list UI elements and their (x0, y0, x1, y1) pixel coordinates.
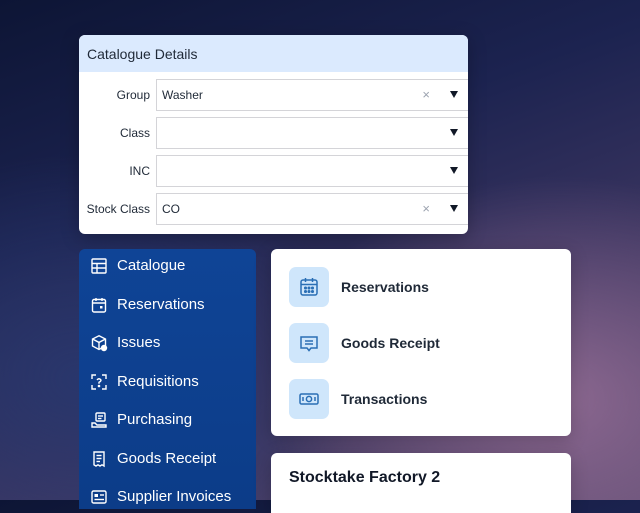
stock-class-value: CO (162, 202, 180, 216)
quick-link-icon-tile (289, 379, 329, 419)
sidebar-item-label: Reservations (117, 296, 205, 313)
quick-link-reservations[interactable]: Reservations (289, 267, 559, 307)
chevron-down-icon[interactable] (450, 205, 458, 212)
money-icon (299, 393, 319, 405)
sidebar-item-catalogue[interactable]: Catalogue (79, 249, 256, 283)
quick-link-label: Goods Receipt (341, 335, 440, 351)
inc-select[interactable] (156, 155, 468, 187)
sidebar-nav: Catalogue Reservations Issues Requisitio… (79, 249, 256, 509)
chevron-down-icon[interactable] (450, 129, 458, 136)
class-select[interactable] (156, 117, 468, 149)
purchasing-icon (91, 412, 107, 428)
quick-link-icon-tile (289, 267, 329, 307)
class-field-row: Class (79, 117, 468, 149)
sidebar-item-label: Goods Receipt (117, 450, 217, 467)
quick-link-label: Reservations (341, 279, 429, 295)
sidebar-item-label: Issues (117, 334, 161, 351)
group-value: Washer (162, 88, 203, 102)
sidebar-item-requisitions[interactable]: Requisitions (79, 365, 256, 399)
requisition-icon (91, 374, 107, 390)
calendar-icon (300, 278, 318, 296)
quick-link-transactions[interactable]: Transactions (289, 379, 559, 419)
calendar-icon (91, 298, 107, 313)
stocktake-panel[interactable]: Stocktake Factory 2 (271, 453, 571, 513)
inc-label: INC (129, 164, 150, 178)
sidebar-item-reservations[interactable]: Reservations (79, 288, 256, 322)
catalogue-details-title: Catalogue Details (79, 35, 468, 72)
invoice-icon (91, 490, 107, 504)
sidebar-item-label: Requisitions (117, 373, 199, 390)
quick-link-icon-tile (289, 323, 329, 363)
sidebar-item-goods-receipt[interactable]: Goods Receipt (79, 442, 256, 476)
quick-links-panel: Reservations Goods Receipt Transactions (271, 249, 571, 436)
clear-icon[interactable]: × (422, 194, 430, 224)
stock-class-select[interactable]: CO × (156, 193, 468, 225)
catalogue-icon (91, 258, 107, 274)
receipt-icon (300, 336, 318, 352)
stock-class-label: Stock Class (86, 202, 150, 216)
quick-link-label: Transactions (341, 391, 428, 407)
sidebar-item-supplier-invoices[interactable]: Supplier Invoices (79, 480, 256, 509)
chevron-down-icon[interactable] (450, 167, 458, 174)
stocktake-title: Stocktake Factory 2 (289, 469, 441, 486)
clear-icon[interactable]: × (422, 80, 430, 110)
chevron-down-icon[interactable] (450, 91, 458, 98)
stock-class-field-row: Stock Class CO × (79, 193, 468, 225)
sidebar-item-purchasing[interactable]: Purchasing (79, 403, 256, 437)
sidebar-item-label: Catalogue (117, 257, 186, 274)
inc-field-row: INC (79, 155, 468, 187)
group-label: Group (116, 88, 150, 102)
quick-link-goods-receipt[interactable]: Goods Receipt (289, 323, 559, 363)
group-select[interactable]: Washer × (156, 79, 468, 111)
box-icon (91, 335, 108, 352)
sidebar-item-label: Supplier Invoices (117, 488, 232, 505)
class-label: Class (119, 126, 150, 140)
receipt-icon (93, 451, 105, 468)
sidebar-item-label: Purchasing (117, 411, 193, 428)
group-field-row: Group Washer × (79, 79, 468, 111)
catalogue-details-panel: Catalogue Details Group Washer × Class I… (79, 35, 468, 234)
sidebar-item-issues[interactable]: Issues (79, 326, 256, 360)
